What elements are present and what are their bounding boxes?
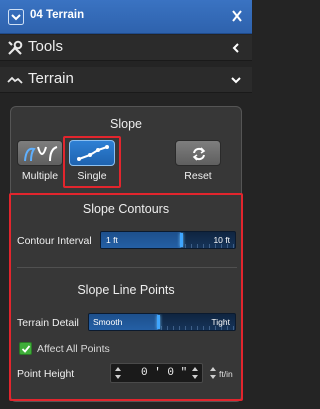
affect-all-label[interactable]: Affect All Points <box>37 343 110 355</box>
terrain-detail-thumb[interactable] <box>157 315 160 329</box>
slope-line-points-heading: Slope Line Points <box>77 283 175 297</box>
multiple-slope-icon <box>24 146 58 162</box>
point-height-label: Point Height <box>17 368 75 380</box>
chevron-down-icon[interactable] <box>230 74 242 86</box>
checkmark-icon <box>21 345 31 353</box>
tools-section-label: Tools <box>28 38 64 55</box>
terrain-section-label: Terrain <box>28 70 74 87</box>
feet-stepper-icon[interactable] <box>114 366 122 380</box>
terrain-detail-max-label: Tight <box>211 317 230 327</box>
chevron-down-icon[interactable] <box>8 9 24 25</box>
contour-interval-label: Contour Interval <box>17 235 92 247</box>
contour-max-label: 10 ft <box>213 235 230 245</box>
divider <box>17 267 237 268</box>
reset-button[interactable] <box>175 140 221 166</box>
affect-all-checkbox[interactable] <box>19 342 32 355</box>
tools-icon <box>8 40 23 55</box>
refresh-icon <box>192 147 206 161</box>
terrain-detail-label: Terrain Detail <box>17 317 79 329</box>
unit-label[interactable]: ft/in <box>219 369 233 379</box>
single-label: Single <box>77 170 107 182</box>
chevron-left-icon[interactable] <box>230 42 242 54</box>
contour-interval-slider[interactable]: 1 ft 10 ft <box>100 231 236 249</box>
unit-stepper[interactable] <box>207 363 219 383</box>
single-slope-button[interactable] <box>69 140 115 166</box>
terrain-section-header[interactable]: Terrain <box>0 67 252 93</box>
contour-interval-thumb[interactable] <box>180 233 183 247</box>
point-height-input[interactable]: 0 ' 0 " <box>110 363 203 383</box>
unit-stepper-icon[interactable] <box>209 366 217 380</box>
close-icon[interactable] <box>230 8 244 24</box>
terrain-icon <box>7 76 23 84</box>
panel-title: 04 Terrain <box>30 9 85 21</box>
inches-stepper-icon[interactable] <box>191 366 199 380</box>
multiple-label: Multiple <box>21 170 59 182</box>
slope-contours-heading: Slope Contours <box>82 202 170 216</box>
terrain-detail-min-label: Smooth <box>93 317 123 327</box>
slope-heading: Slope <box>110 117 142 131</box>
multiple-slope-button[interactable] <box>17 140 63 166</box>
point-height-value: 0 ' 0 " <box>141 367 188 379</box>
reset-label: Reset <box>184 170 212 182</box>
contour-min-label: 1 ft <box>106 235 118 245</box>
panel-header[interactable]: 04 Terrain <box>0 0 252 34</box>
terrain-panel: Slope Multiple Single Reset Slope Contou… <box>9 106 243 402</box>
terrain-detail-slider[interactable]: Smooth Tight <box>88 313 236 331</box>
single-slope-icon <box>77 145 109 161</box>
tools-section-header[interactable]: Tools <box>0 35 252 61</box>
